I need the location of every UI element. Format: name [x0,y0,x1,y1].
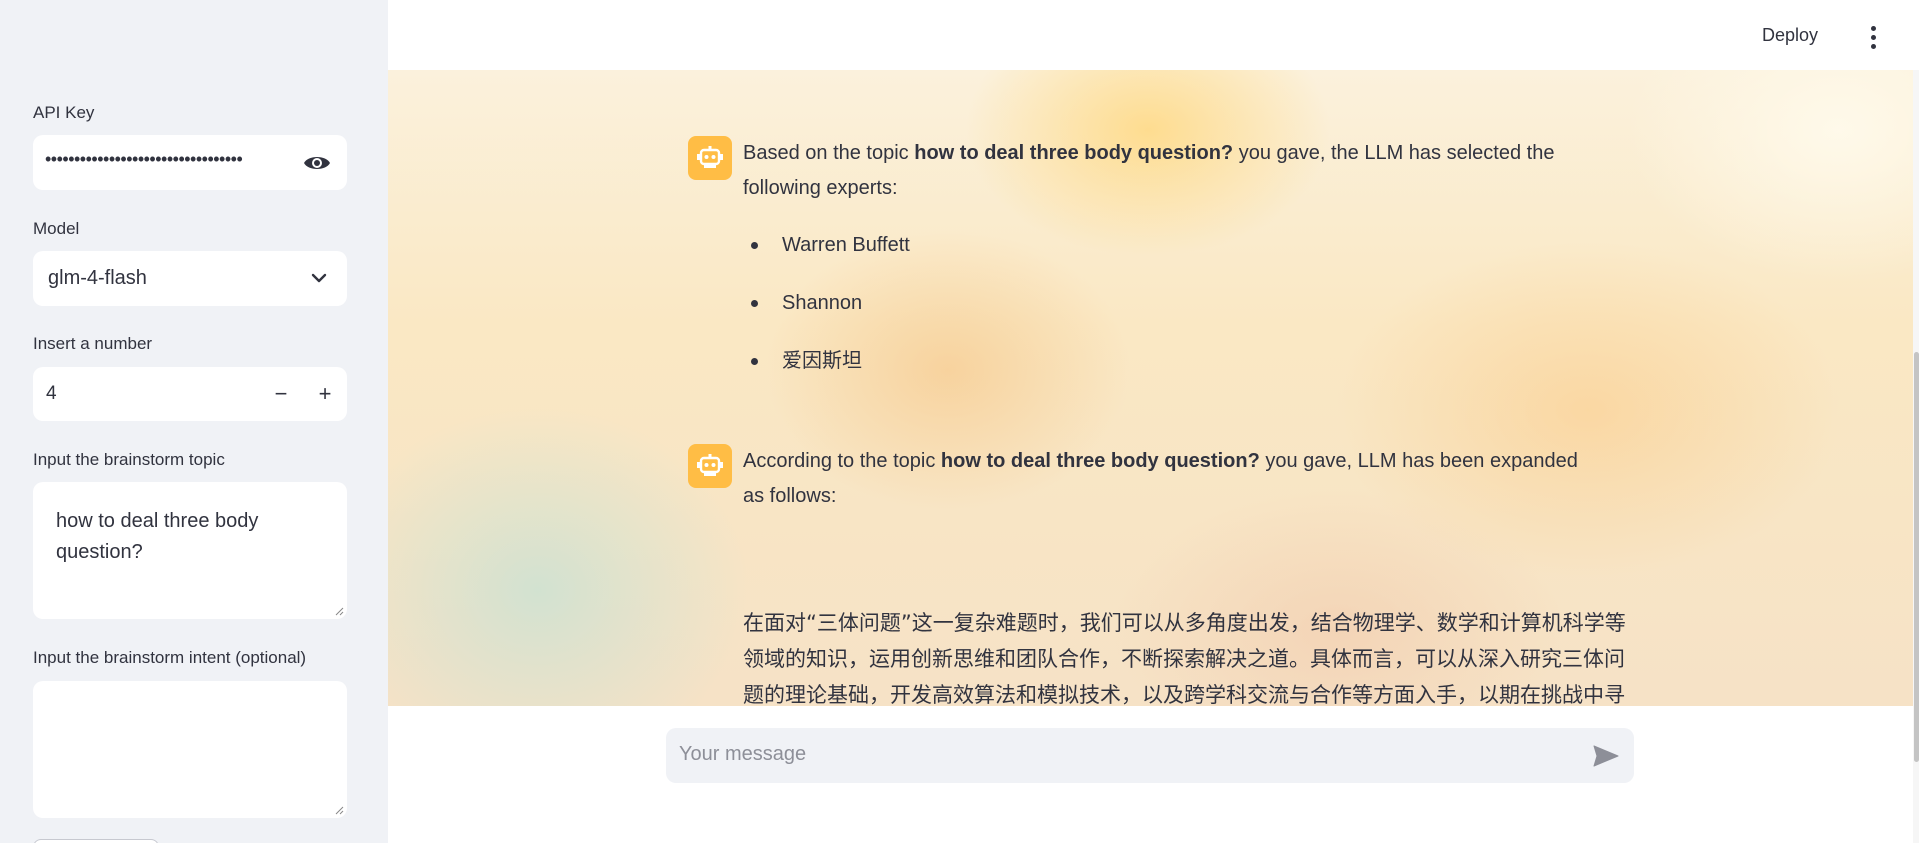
number-label: Insert a number [33,334,153,353]
message-2-body: 在面对“三体问题”这一复杂难题时，我们可以从多角度出发，结合物理学、数学和计算机… [743,611,1626,706]
list-item: Shannon [743,288,910,346]
chat-background: Based on the topic how to deal three bod… [388,70,1916,706]
resize-grip-icon[interactable] [334,805,344,815]
eye-icon[interactable] [301,149,333,177]
model-selected-value[interactable]: glm-4-flash [48,267,147,290]
model-label: Model [33,219,80,238]
list-item: 爱因斯坦 [743,346,910,404]
increment-button[interactable]: + [303,367,347,421]
model-select[interactable]: glm-4-flash [33,251,347,306]
sidebar: API Key ••••••••••••••••••••••••••••••••… [0,0,388,843]
message-2-topic: how to deal three body question? [940,450,1260,472]
topic-label: Input the brainstorm topic [33,450,225,469]
message-1-text: Based on the topic how to deal three bod… [743,136,1603,206]
intent-label: Input the brainstorm intent (optional) [33,648,307,667]
api-key-input[interactable]: •••••••••••••••••••••••••••••••••• [33,135,347,190]
robot-icon [688,136,732,180]
decrement-button[interactable]: − [259,367,303,421]
chat-input-placeholder[interactable]: Your message [679,743,806,766]
api-key-label: API Key [33,103,95,122]
robot-icon [688,444,732,488]
topic-textarea[interactable]: how to deal three body question? [33,482,347,619]
topic-value[interactable]: how to deal three body question? [56,506,316,568]
intent-textarea[interactable] [33,681,347,818]
expert-list: Warren Buffett Shannon 爱因斯坦 [743,230,910,404]
message-1-topic: how to deal three body question? [914,142,1234,164]
main-area: Deploy Based on the topic how to deal th… [388,0,1919,843]
number-value[interactable]: 4 [46,383,57,405]
message-1-prefix: Based on the topic [743,142,915,164]
number-input[interactable]: 4 − + [33,367,347,421]
kebab-menu-icon[interactable] [1858,22,1888,52]
sidebar-button-partial[interactable] [33,839,159,843]
list-item: Warren Buffett [743,230,910,288]
resize-grip-icon[interactable] [334,606,344,616]
scrollbar-thumb[interactable] [1914,352,1919,762]
api-key-value[interactable]: •••••••••••••••••••••••••••••••••• [45,149,297,170]
message-2-text: According to the topic how to deal three… [743,444,1603,514]
chat-input[interactable]: Your message [666,728,1634,783]
deploy-button[interactable]: Deploy [1762,25,1818,46]
send-icon[interactable] [1592,742,1620,770]
header: Deploy [388,0,1919,70]
chevron-down-icon[interactable] [309,268,329,288]
message-2-prefix: According to the topic [743,450,941,472]
